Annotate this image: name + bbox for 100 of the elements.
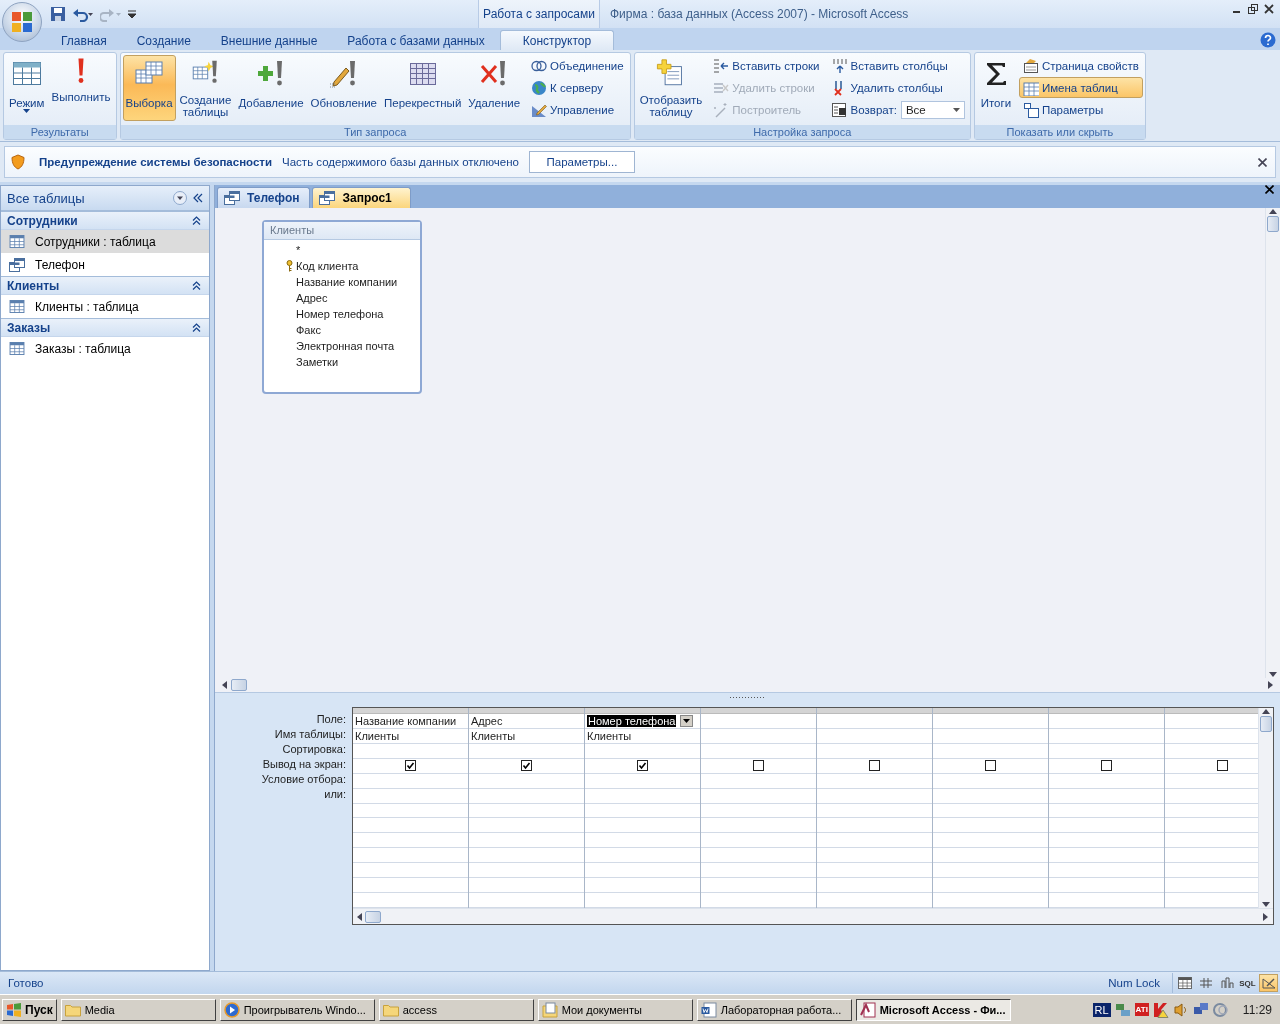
field-name[interactable]: Электронная почта (296, 340, 395, 352)
taskbar-button[interactable]: access (378, 998, 534, 1021)
splitter-handle[interactable] (215, 692, 1280, 701)
scroll-thumb[interactable] (1260, 716, 1272, 732)
ribbon-tab[interactable]: Работа с базами данных (332, 30, 500, 50)
ribbon-button[interactable]: Имена таблиц (1018, 77, 1143, 98)
grid-cell[interactable]: Клиенты (355, 729, 400, 742)
dropdown-field[interactable]: Все (900, 101, 965, 119)
close-icon[interactable] (1265, 185, 1274, 194)
view-button[interactable]: SQL (1238, 974, 1257, 992)
ribbon-tab[interactable]: Внешние данные (205, 30, 333, 50)
vertical-scrollbar[interactable] (1265, 208, 1280, 678)
ribbon-button[interactable]: Удалить столбцы (827, 77, 968, 98)
ribbon-button[interactable]: Выборка (122, 55, 176, 121)
options-button[interactable]: Параметры... (528, 151, 635, 173)
table-field-list[interactable]: Клиенты * Код клиента Название компании Адрес Номер телефона Факс Электронная почта Заметки (262, 220, 422, 394)
group-header[interactable]: Сотрудники (1, 211, 209, 230)
chevron-icon[interactable] (192, 281, 201, 290)
document-tab[interactable]: Запрос1 (312, 187, 411, 208)
ribbon-button[interactable]: Добавление (235, 55, 307, 121)
scroll-thumb[interactable] (365, 910, 381, 923)
checkbox[interactable] (521, 760, 532, 772)
nav-item[interactable]: Телефон (1, 253, 209, 276)
ribbon-button[interactable]: Перекрестный (380, 55, 465, 121)
field-name[interactable]: Адрес (296, 292, 328, 304)
grid-cell[interactable]: Клиенты (587, 729, 632, 742)
ribbon-button[interactable]: Объединение (527, 55, 628, 76)
checkbox[interactable] (869, 760, 880, 772)
group-header[interactable]: Заказы (1, 318, 209, 337)
ribbon-tab[interactable]: Создание (121, 30, 206, 50)
ribbon-button[interactable]: К серверу (527, 77, 628, 98)
checkbox[interactable] (405, 760, 416, 772)
ati-icon[interactable]: ATI (1134, 1003, 1149, 1016)
scroll-left-icon[interactable] (221, 681, 227, 689)
taskbar-button[interactable]: Media (60, 998, 216, 1021)
grid-cell[interactable]: Клиенты (471, 729, 516, 742)
close-icon[interactable] (1258, 157, 1267, 167)
ribbon-button[interactable]: Итоги (976, 55, 1015, 121)
taskbar-button[interactable]: Лабораторная работа... (696, 998, 852, 1021)
restore-icon[interactable] (1248, 4, 1258, 14)
start-button[interactable]: Пуск (2, 998, 57, 1021)
ribbon-button[interactable]: Удаление (465, 55, 524, 121)
ribbon-button[interactable]: Управление (527, 99, 628, 120)
field-name[interactable]: * (296, 244, 301, 256)
ribbon-tab[interactable]: Главная (46, 30, 122, 50)
field-name[interactable]: Номер телефона (296, 308, 384, 320)
scroll-left-icon[interactable] (356, 912, 362, 921)
ribbon-tab[interactable]: Конструктор (499, 30, 615, 50)
undo-icon[interactable] (72, 6, 94, 22)
scroll-right-icon[interactable] (1263, 912, 1269, 921)
property-sheet-icon (1022, 57, 1039, 74)
grid-cell[interactable]: Адрес (471, 714, 503, 727)
ribbon-button[interactable]: Вставить строки (709, 55, 824, 76)
ribbon-button[interactable]: Создание таблицы (176, 55, 235, 121)
dropdown-icon[interactable] (173, 191, 187, 205)
taskbar-button[interactable]: Проигрыватель Windo... (219, 998, 375, 1021)
scroll-up-icon[interactable] (1262, 708, 1270, 714)
chevron-icon[interactable] (192, 216, 201, 225)
checkbox[interactable] (985, 760, 996, 772)
ribbon-button[interactable]: Параметры (1018, 99, 1143, 120)
document-tab[interactable]: Телефон (217, 187, 311, 208)
scroll-thumb[interactable] (1267, 216, 1279, 232)
checkbox[interactable] (1217, 760, 1228, 772)
ribbon-button[interactable]: Выполнить (48, 55, 114, 121)
view-button[interactable] (1259, 974, 1278, 992)
checkbox[interactable] (637, 760, 648, 772)
field-name[interactable]: Код клиента (296, 260, 359, 272)
checkbox[interactable] (1101, 760, 1112, 772)
grid-cell[interactable]: Номер телефона (587, 714, 677, 727)
chevron-icon[interactable] (192, 323, 201, 332)
ribbon-button[interactable]: Режим (6, 55, 48, 121)
nav-item[interactable]: Сотрудники : таблица (1, 230, 209, 253)
group-header[interactable]: Клиенты (1, 276, 209, 295)
ribbon-button[interactable]: Страница свойств (1018, 55, 1143, 76)
taskbar-button[interactable]: Мои документы (537, 998, 693, 1021)
ribbon-button[interactable]: Обновление (307, 55, 380, 121)
vertical-scrollbar[interactable] (1258, 708, 1273, 908)
field-name[interactable]: Заметки (296, 356, 339, 368)
ribbon-button[interactable]: Вставить столбцы (827, 55, 968, 76)
checkbox[interactable] (753, 760, 764, 772)
nav-item[interactable]: Заказы : таблица (1, 337, 209, 360)
taskbar-button[interactable]: Microsoft Access - Фи... (855, 998, 1011, 1021)
collapse-icon[interactable] (191, 191, 205, 205)
save-icon[interactable] (50, 6, 66, 22)
ribbon-button[interactable]: Отобразить таблицу (636, 55, 706, 121)
horizontal-scrollbar[interactable] (353, 908, 1273, 924)
field-name[interactable]: Название компании (296, 276, 398, 288)
scroll-right-icon[interactable] (1268, 681, 1274, 689)
language-indicator[interactable]: RL (1092, 1002, 1111, 1017)
scroll-thumb[interactable] (231, 679, 247, 691)
grip-icon[interactable] (729, 695, 766, 699)
dropdown-button[interactable] (680, 714, 694, 727)
help-icon[interactable] (1260, 32, 1276, 48)
view-button[interactable] (1175, 974, 1194, 992)
nav-item[interactable]: Клиенты : таблица (1, 295, 209, 318)
horizontal-scrollbar[interactable] (215, 678, 1280, 692)
close-icon[interactable] (1264, 4, 1274, 14)
customize-icon[interactable] (128, 9, 136, 19)
grid-cell[interactable]: Название компании (355, 714, 457, 727)
field-name[interactable]: Факс (296, 324, 321, 336)
